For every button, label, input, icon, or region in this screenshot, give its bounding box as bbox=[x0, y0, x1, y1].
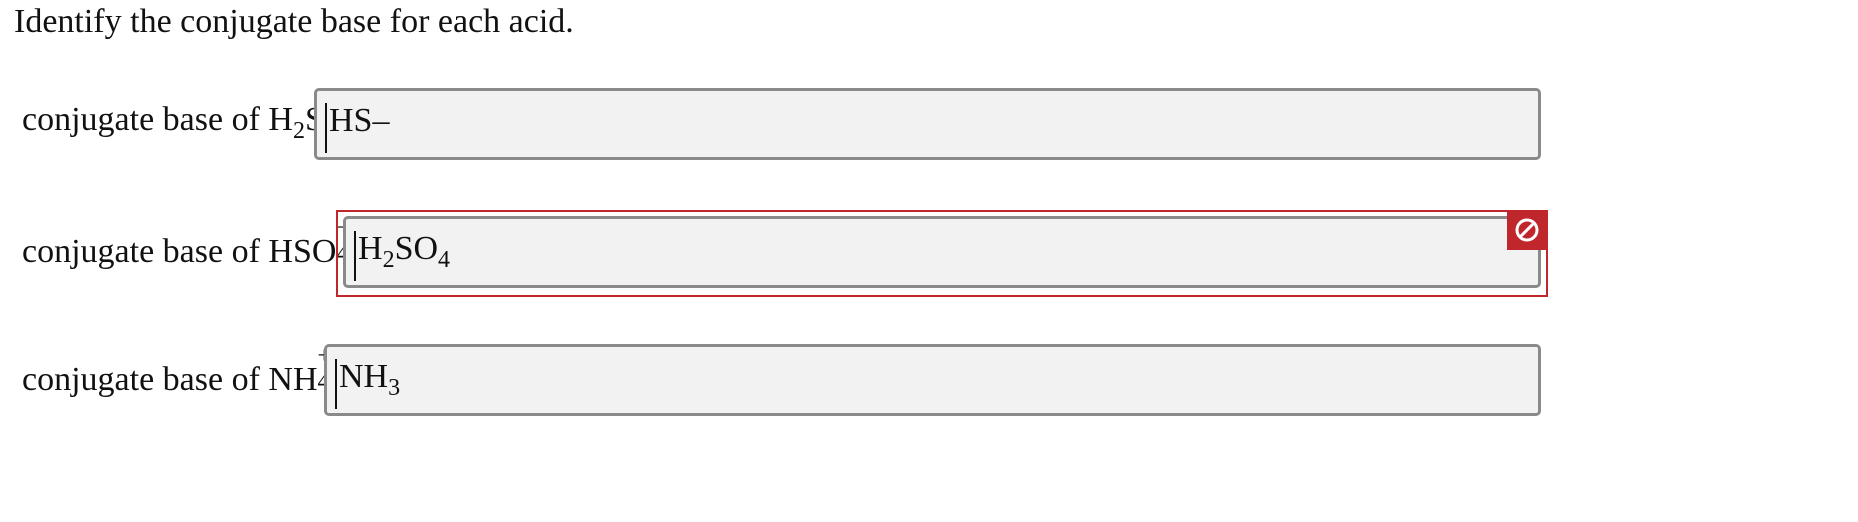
answer-value: NH3 bbox=[339, 358, 401, 401]
label-prefix: conjugate base of bbox=[22, 361, 269, 398]
acid-formula: NH+4 bbox=[268, 344, 331, 398]
input-field-marker bbox=[354, 231, 356, 281]
question-prompt: Identify the conjugate base for each aci… bbox=[14, 3, 574, 40]
label-prefix: conjugate base of bbox=[22, 101, 269, 138]
question-page: Identify the conjugate base for each aci… bbox=[0, 0, 1858, 522]
answer-row-hso4: conjugate base of HSO−4: H2SO4 bbox=[0, 208, 1858, 298]
input-field-marker bbox=[335, 359, 337, 409]
row-label: conjugate base of NH+4: bbox=[22, 344, 341, 400]
answer-row-nh4: conjugate base of NH+4: NH3 bbox=[0, 344, 1858, 418]
answer-input-h2s[interactable]: HS– bbox=[314, 88, 1541, 160]
input-field-marker bbox=[325, 103, 327, 153]
answer-input-nh4[interactable]: NH3 bbox=[324, 344, 1541, 416]
blocked-circle-icon[interactable] bbox=[1507, 210, 1547, 250]
answer-row-h2s: conjugate base of H2S: HS– bbox=[0, 88, 1858, 162]
row-label: conjugate base of H2S: bbox=[22, 100, 333, 143]
answer-input-hso4[interactable]: H2SO4 bbox=[343, 216, 1541, 288]
row-label: conjugate base of HSO−4: bbox=[22, 216, 360, 272]
label-prefix: conjugate base of bbox=[22, 233, 269, 270]
answer-value: H2SO4 bbox=[358, 230, 451, 273]
answer-value: HS– bbox=[329, 102, 390, 139]
